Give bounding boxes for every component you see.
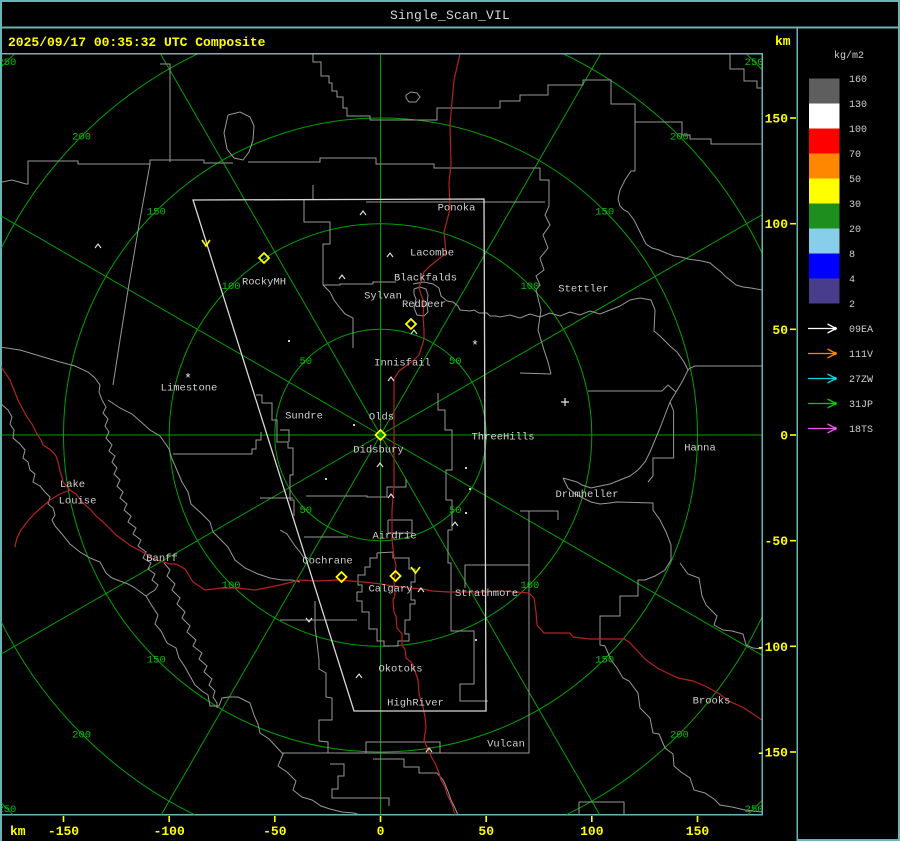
svg-text:20: 20 [849, 225, 861, 236]
svg-text:2025/09/17 00:35:32 UTC Compos: 2025/09/17 00:35:32 UTC Composite [8, 35, 266, 50]
svg-text:km: km [775, 34, 791, 49]
svg-text:2: 2 [849, 300, 855, 311]
svg-text:09EA: 09EA [849, 325, 873, 336]
svg-text:100: 100 [580, 824, 604, 839]
svg-text:Ponoka: Ponoka [438, 202, 476, 214]
svg-text:250: 250 [745, 804, 764, 816]
svg-text:*: * [471, 339, 479, 354]
svg-text:250: 250 [0, 804, 16, 816]
svg-text:HighRiver: HighRiver [387, 697, 444, 709]
svg-text:Blackfalds: Blackfalds [394, 272, 457, 284]
svg-text:50: 50 [449, 505, 462, 517]
svg-text:-150: -150 [757, 746, 788, 761]
svg-text:50: 50 [849, 175, 861, 186]
svg-text:Strathmore: Strathmore [455, 588, 518, 600]
svg-text:Sundre: Sundre [285, 410, 323, 422]
svg-text:130: 130 [849, 100, 867, 111]
svg-text:50: 50 [449, 356, 462, 368]
svg-text:150: 150 [147, 206, 166, 218]
svg-text:200: 200 [670, 729, 689, 741]
svg-text:Brooks: Brooks [693, 695, 731, 707]
svg-text:Stettler: Stettler [558, 283, 608, 295]
svg-text:150: 150 [595, 206, 614, 218]
svg-text:Louise: Louise [59, 495, 97, 507]
svg-text:RockyMH: RockyMH [242, 276, 286, 288]
svg-text:Banff: Banff [146, 553, 178, 565]
svg-text:50: 50 [478, 824, 494, 839]
svg-text:8: 8 [849, 250, 855, 261]
svg-text:100: 100 [222, 580, 241, 592]
svg-text:0: 0 [377, 824, 385, 839]
svg-text:Cochrane: Cochrane [302, 555, 352, 567]
svg-text:150: 150 [686, 824, 710, 839]
svg-text:-100: -100 [154, 824, 185, 839]
svg-text:Olds: Olds [369, 411, 394, 423]
svg-text:27ZW: 27ZW [849, 375, 873, 386]
svg-text:160: 160 [849, 75, 867, 86]
svg-text:Hanna: Hanna [684, 442, 716, 454]
svg-text:ThreeHills: ThreeHills [471, 431, 534, 443]
svg-text:0: 0 [780, 429, 788, 444]
svg-text:-150: -150 [48, 824, 79, 839]
svg-text:100: 100 [222, 281, 241, 293]
svg-text:250: 250 [0, 57, 16, 69]
svg-text:Drumheller: Drumheller [555, 489, 618, 501]
svg-text:200: 200 [72, 729, 91, 741]
svg-text:Lacombe: Lacombe [410, 247, 454, 259]
svg-text:100: 100 [849, 125, 867, 136]
svg-text:100: 100 [520, 580, 539, 592]
svg-text:30: 30 [849, 200, 861, 211]
svg-text:Innisfail: Innisfail [374, 357, 431, 369]
svg-text:Calgary: Calgary [368, 583, 412, 595]
svg-text:-100: -100 [757, 640, 788, 655]
svg-text:-50: -50 [263, 824, 287, 839]
svg-text:150: 150 [765, 112, 789, 127]
svg-text:Airdrie: Airdrie [372, 530, 416, 542]
svg-text:Didsbury: Didsbury [353, 444, 403, 456]
svg-text:70: 70 [849, 150, 861, 161]
svg-text:100: 100 [520, 281, 539, 293]
svg-text:250: 250 [745, 57, 764, 69]
svg-text:Single_Scan_VIL: Single_Scan_VIL [390, 8, 510, 23]
svg-text:*: * [184, 372, 192, 387]
svg-text:50: 50 [772, 323, 788, 338]
svg-text:Sylvan: Sylvan [364, 290, 402, 302]
svg-text:100: 100 [765, 217, 789, 232]
svg-text:50: 50 [299, 505, 312, 517]
svg-text:150: 150 [147, 655, 166, 667]
svg-text:4: 4 [849, 275, 855, 286]
svg-text:RedDeer: RedDeer [402, 299, 446, 311]
svg-text:Vulcan: Vulcan [487, 738, 525, 750]
svg-text:km: km [10, 824, 26, 839]
svg-text:50: 50 [299, 356, 312, 368]
svg-text:111V: 111V [849, 350, 873, 361]
svg-text:18TS: 18TS [849, 425, 873, 436]
svg-text:-50: -50 [765, 534, 789, 549]
svg-text:200: 200 [670, 132, 689, 144]
svg-text:150: 150 [595, 655, 614, 667]
svg-text:200: 200 [72, 132, 91, 144]
svg-text:31JP: 31JP [849, 400, 873, 411]
svg-text:kg/m2: kg/m2 [834, 50, 864, 62]
svg-text:Lake: Lake [60, 479, 85, 491]
svg-text:Okotoks: Okotoks [378, 663, 422, 675]
